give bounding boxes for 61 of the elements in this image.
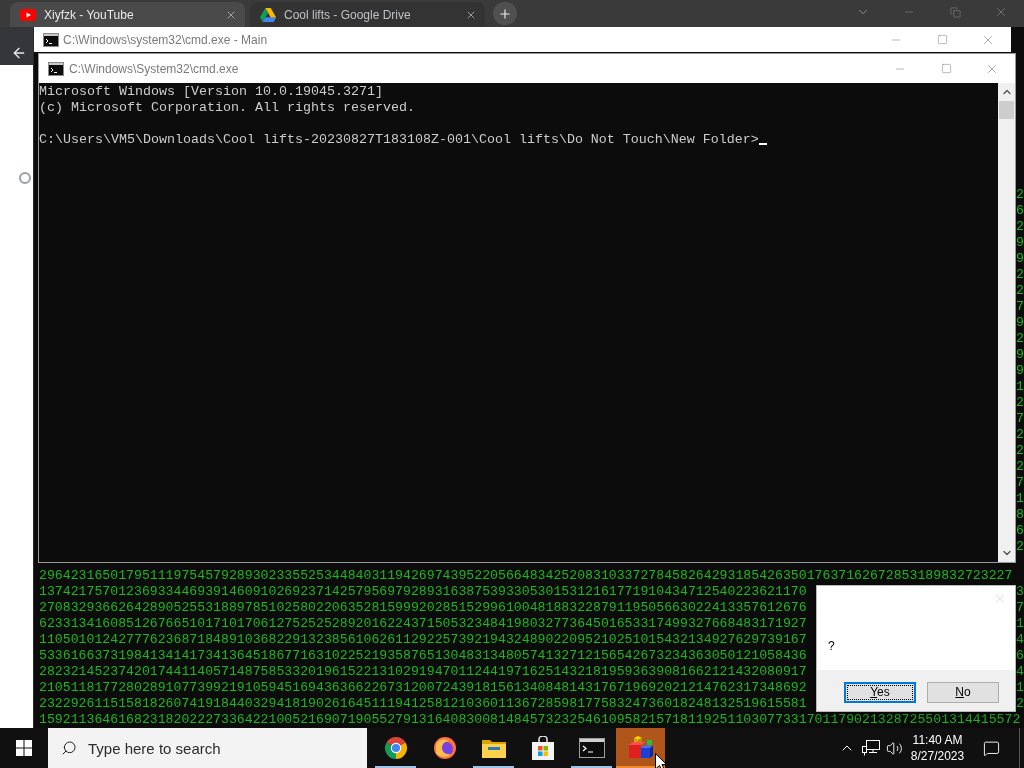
console-text: 6 <box>1016 648 1024 664</box>
console-text: 1 <box>1016 616 1024 632</box>
console-text: Microsoft Windows [Version 10.0.19045.3271] <box>39 84 384 100</box>
console-text: 2708329366264289052553188978510258022063528159992028515299610048188322879119505663022413357612676 <box>39 600 807 616</box>
console-icon <box>48 61 64 76</box>
cubes-icon <box>627 736 654 760</box>
play-logo-icon <box>20 8 36 21</box>
console-text: 5336166373198413414173413645186771631022521935876513048313480574132712156542673234363050121058436 <box>39 648 807 664</box>
maximize-icon <box>936 34 948 45</box>
shopping-bag-icon <box>531 736 554 760</box>
window-title: C:\Windows\System32\cmd.exe <box>69 60 239 78</box>
search-icon <box>61 740 77 756</box>
mouse-pointer-icon <box>655 753 667 768</box>
search-field[interactable]: Type here to search <box>48 728 367 768</box>
windows-logo-icon <box>16 740 32 756</box>
console-text: 2823214523742017441140571487585332019615221310291947011244197162514321819593639081662121432080917 <box>39 664 807 680</box>
browser-tab[interactable]: Cool lifts - Google Drive <box>250 2 485 27</box>
console-prompt: C:\Users\VM5\Downloads\Cool lifts-20230827T183108Z-001\Cool lifts\Do Not Touch\New Folder> <box>39 132 759 148</box>
console-text: 7 <box>1016 600 1024 616</box>
clock-button[interactable]: 11:40 AM 8/27/2023 <box>906 728 969 768</box>
network-icon <box>862 740 880 756</box>
console-text: 4 <box>1016 664 1024 680</box>
dialog-message: ? <box>828 638 836 654</box>
tab-title: Xiyfzk - YouTube <box>44 6 134 24</box>
console-text: 1105010124277762368718489103682291323856106261129225739219432489022095210251015432134927629739167 <box>39 632 807 648</box>
console-text: 2105118177280289107739921910594516943636622673120072439181561340848143176719692021214762317348692 <box>39 680 807 696</box>
console-text: 2 <box>1016 696 1024 712</box>
console-icon <box>43 32 59 47</box>
console-text: 1 <box>1016 680 1024 696</box>
new-tab-button[interactable] <box>493 2 517 25</box>
maximize-icon <box>940 63 952 74</box>
terminal-icon <box>578 738 605 758</box>
notification-icon <box>982 739 1000 757</box>
window-title: C:\Windows\system32\cmd.exe - Main <box>63 31 268 49</box>
console-text: 4 <box>1016 632 1024 648</box>
console-text: 2322926115158182607419184403294181902616451119412581210360113672859817758324736018248132519615581 <box>39 696 807 712</box>
browser-logo-icon <box>383 736 408 760</box>
tab-title: Cool lifts - Google Drive <box>284 6 411 24</box>
scroll-thumb[interactable] <box>999 101 1014 119</box>
fox-logo-icon <box>432 736 457 760</box>
console-text: 3 <box>1016 584 1024 600</box>
plus-icon <box>498 6 512 21</box>
console-text: 26299227929912722271862 <box>1016 187 1024 555</box>
browser-tab[interactable]: Xiyfzk - YouTube <box>10 2 245 27</box>
close-icon <box>993 592 1007 606</box>
volume-icon <box>886 739 903 757</box>
scrollbar[interactable] <box>998 83 1015 562</box>
restore-icon <box>949 6 961 18</box>
text-cursor <box>758 143 767 145</box>
console-text: 1374217570123693344693914609102692371425795697928931638753933053015312161771910434712540223621170 <box>39 584 807 600</box>
console-text: 296423165017951119754579289302335525344840311942697439522056648342520831033727845826429318542635017637162672853189832723227 <box>39 568 1013 584</box>
console-text: 1592113646168231820222733642210052169071905527913164083008148457323254610958215718119251103077331701179021328725501314415572 <box>39 712 1021 728</box>
dialog-button[interactable]: No <box>927 682 999 703</box>
triangle-logo-icon <box>260 7 276 22</box>
folder-icon <box>481 738 506 758</box>
ring-icon <box>19 172 31 184</box>
console-text: (c) Microsoft Corporation. All rights reserved. <box>39 100 416 116</box>
taskbar-app-button[interactable] <box>616 728 665 768</box>
dialog-button[interactable]: Yes <box>844 682 916 703</box>
console-text: 6233134160851267665101710170612752525289201622437150532348419803277364501653317499327668483171927 <box>39 616 807 632</box>
close-icon <box>994 5 1008 19</box>
